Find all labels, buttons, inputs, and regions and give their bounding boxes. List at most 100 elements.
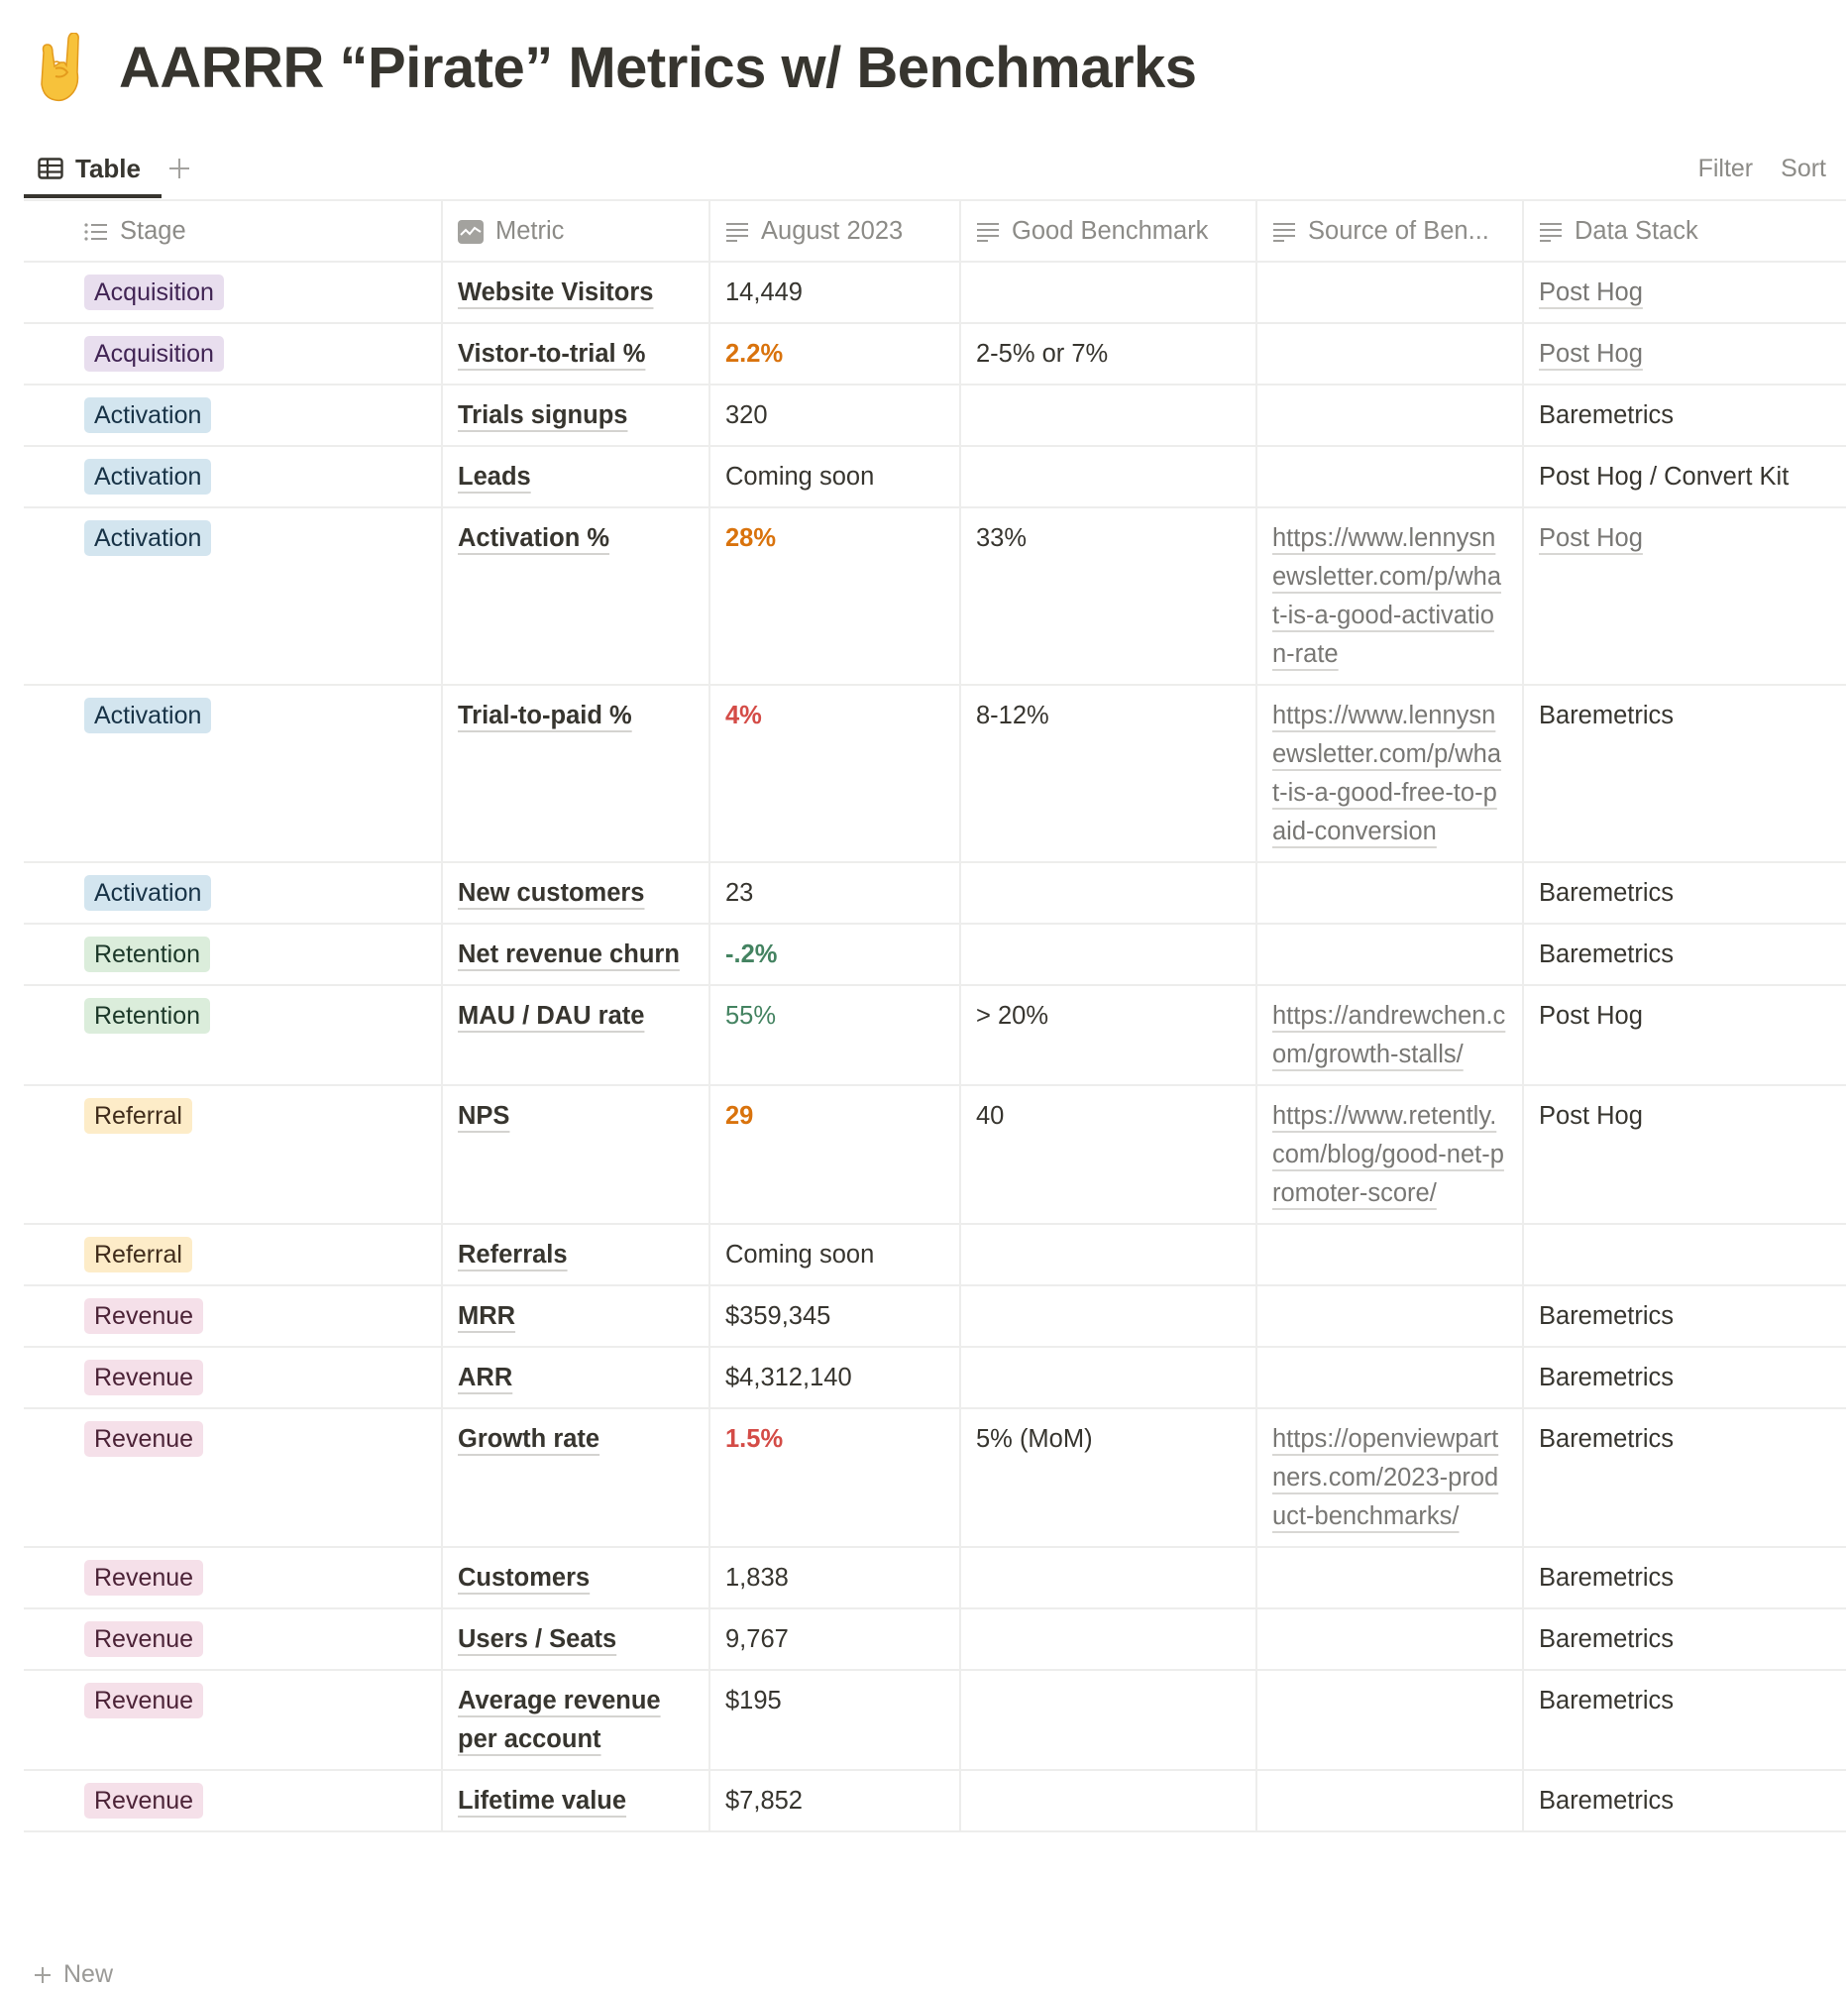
data-stack-cell[interactable]: Post Hog — [1524, 986, 1846, 1084]
table-row[interactable]: Acquisition Vistor-to-trial % 2.2% 2-5% or … — [24, 324, 1846, 386]
metric-title-link[interactable]: Referrals — [458, 1241, 568, 1269]
source-cell[interactable]: https://www.lennysnewsletter.com/p/what-… — [1257, 686, 1524, 861]
stage-cell[interactable]: Activation — [24, 863, 443, 923]
source-link[interactable]: https://openviewpartners.com/2023-produc… — [1272, 1425, 1498, 1530]
good-benchmark-cell[interactable] — [961, 1348, 1257, 1407]
stage-cell[interactable]: Revenue — [24, 1548, 443, 1607]
good-benchmark-cell[interactable]: 40 — [961, 1086, 1257, 1223]
metric-cell[interactable]: Activation % — [443, 508, 710, 684]
good-benchmark-cell[interactable]: 33% — [961, 508, 1257, 684]
table-row[interactable]: Referral NPS 29 40 https://www.retently.com/… — [24, 1086, 1846, 1225]
good-benchmark-cell[interactable] — [961, 925, 1257, 984]
august-2023-cell[interactable]: 1,838 — [710, 1548, 961, 1607]
data-stack-cell[interactable]: Baremetrics — [1524, 1771, 1846, 1830]
data-stack-link[interactable]: Post Hog — [1539, 524, 1643, 552]
table-row[interactable]: Activation Trial-to-paid % 4% 8-12% https://… — [24, 686, 1846, 863]
august-2023-cell[interactable]: 14,449 — [710, 263, 961, 322]
source-cell[interactable] — [1257, 1771, 1524, 1830]
source-cell[interactable] — [1257, 447, 1524, 506]
metric-title-link[interactable]: Website Visitors — [458, 278, 653, 306]
metric-title-link[interactable]: Vistor-to-trial % — [458, 340, 645, 368]
metric-cell[interactable]: Trials signups — [443, 386, 710, 445]
metric-cell[interactable]: MRR — [443, 1286, 710, 1346]
stage-cell[interactable]: Revenue — [24, 1286, 443, 1346]
source-cell[interactable]: https://andrewchen.com/growth-stalls/ — [1257, 986, 1524, 1084]
good-benchmark-cell[interactable]: 5% (MoM) — [961, 1409, 1257, 1546]
column-header-data-stack[interactable]: Data Stack — [1524, 201, 1846, 261]
data-stack-cell[interactable]: Baremetrics — [1524, 1548, 1846, 1607]
table-row[interactable]: Activation Activation % 28% 33% https://www.… — [24, 508, 1846, 686]
metric-title-link[interactable]: Growth rate — [458, 1425, 599, 1453]
source-cell[interactable]: https://www.lennysnewsletter.com/p/what-… — [1257, 508, 1524, 684]
good-benchmark-cell[interactable] — [961, 1548, 1257, 1607]
source-cell[interactable] — [1257, 386, 1524, 445]
good-benchmark-cell[interactable]: 8-12% — [961, 686, 1257, 861]
metric-cell[interactable]: NPS — [443, 1086, 710, 1223]
metric-title-link[interactable]: New customers — [458, 879, 645, 907]
tab-table[interactable]: Table — [38, 147, 141, 190]
good-benchmark-cell[interactable] — [961, 1225, 1257, 1284]
table-row[interactable]: Revenue Users / Seats 9,767 Baremetrics — [24, 1609, 1846, 1671]
august-2023-cell[interactable]: Coming soon — [710, 1225, 961, 1284]
data-stack-cell[interactable]: Post Hog — [1524, 508, 1846, 684]
metric-title-link[interactable]: Leads — [458, 463, 531, 491]
metric-cell[interactable]: Trial-to-paid % — [443, 686, 710, 861]
good-benchmark-cell[interactable] — [961, 1671, 1257, 1769]
metric-cell[interactable]: Leads — [443, 447, 710, 506]
stage-cell[interactable]: Revenue — [24, 1671, 443, 1769]
data-stack-cell[interactable]: Post Hog / Convert Kit — [1524, 447, 1846, 506]
good-benchmark-cell[interactable] — [961, 1771, 1257, 1830]
data-stack-cell[interactable]: Baremetrics — [1524, 686, 1846, 861]
metric-cell[interactable]: Referrals — [443, 1225, 710, 1284]
data-stack-cell[interactable]: Post Hog — [1524, 324, 1846, 384]
data-stack-cell[interactable]: Baremetrics — [1524, 925, 1846, 984]
source-link[interactable]: https://www.retently.com/blog/good-net-p… — [1272, 1102, 1504, 1207]
column-header-good-benchmark[interactable]: Good Benchmark — [961, 201, 1257, 261]
source-cell[interactable] — [1257, 925, 1524, 984]
source-cell[interactable] — [1257, 863, 1524, 923]
stage-cell[interactable]: Revenue — [24, 1609, 443, 1669]
table-row[interactable]: Revenue ARR $4,312,140 Baremetrics — [24, 1348, 1846, 1409]
data-stack-cell[interactable]: Post Hog — [1524, 1086, 1846, 1223]
table-row[interactable]: Activation Trials signups 320 Baremetrics — [24, 386, 1846, 447]
metric-cell[interactable]: Growth rate — [443, 1409, 710, 1546]
metric-title-link[interactable]: MAU / DAU rate — [458, 1002, 644, 1030]
good-benchmark-cell[interactable] — [961, 386, 1257, 445]
august-2023-cell[interactable]: 29 — [710, 1086, 961, 1223]
column-header-metric[interactable]: Metric — [443, 201, 710, 261]
data-stack-cell[interactable]: Post Hog — [1524, 263, 1846, 322]
data-stack-link[interactable]: Post Hog — [1539, 278, 1643, 306]
august-2023-cell[interactable]: $7,852 — [710, 1771, 961, 1830]
august-2023-cell[interactable]: 4% — [710, 686, 961, 861]
table-row[interactable]: Activation New customers 23 Baremetrics — [24, 863, 1846, 925]
source-cell[interactable] — [1257, 1671, 1524, 1769]
august-2023-cell[interactable]: 28% — [710, 508, 961, 684]
source-cell[interactable] — [1257, 324, 1524, 384]
august-2023-cell[interactable]: -.2% — [710, 925, 961, 984]
stage-cell[interactable]: Revenue — [24, 1409, 443, 1546]
column-header-stage[interactable]: Stage — [24, 201, 443, 261]
sign-of-the-horns-emoji-icon[interactable] — [34, 32, 89, 102]
table-row[interactable]: Activation Leads Coming soon Post Hog / Con… — [24, 447, 1846, 508]
august-2023-cell[interactable]: $4,312,140 — [710, 1348, 961, 1407]
good-benchmark-cell[interactable] — [961, 263, 1257, 322]
metric-title-link[interactable]: MRR — [458, 1302, 515, 1330]
data-stack-cell[interactable]: Baremetrics — [1524, 863, 1846, 923]
metric-cell[interactable]: MAU / DAU rate — [443, 986, 710, 1084]
table-row[interactable]: Revenue Growth rate 1.5% 5% (MoM) https://op… — [24, 1409, 1846, 1548]
data-stack-cell[interactable]: Baremetrics — [1524, 1671, 1846, 1769]
good-benchmark-cell[interactable] — [961, 863, 1257, 923]
august-2023-cell[interactable]: 55% — [710, 986, 961, 1084]
august-2023-cell[interactable]: $359,345 — [710, 1286, 961, 1346]
metric-cell[interactable]: Net revenue churn — [443, 925, 710, 984]
metric-cell[interactable]: Lifetime value — [443, 1771, 710, 1830]
metric-cell[interactable]: Vistor-to-trial % — [443, 324, 710, 384]
source-cell[interactable] — [1257, 1548, 1524, 1607]
august-2023-cell[interactable]: 9,767 — [710, 1609, 961, 1669]
table-row[interactable]: Revenue Average revenue per account $195 Ba… — [24, 1671, 1846, 1771]
metric-cell[interactable]: New customers — [443, 863, 710, 923]
metric-title-link[interactable]: Net revenue churn — [458, 940, 680, 968]
data-stack-link[interactable]: Post Hog — [1539, 340, 1643, 368]
metric-title-link[interactable]: Trials signups — [458, 401, 627, 429]
source-cell[interactable] — [1257, 1225, 1524, 1284]
